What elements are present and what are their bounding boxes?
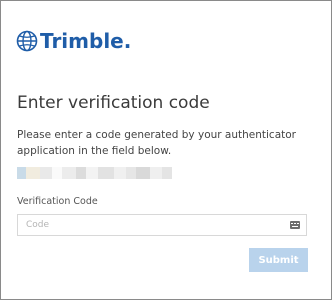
verification-code-field xyxy=(17,214,307,236)
verification-code-label: Verification Code xyxy=(17,196,98,207)
verification-dialog: Trimble. Enter verification code Please … xyxy=(0,0,332,300)
trimble-globe-icon xyxy=(16,30,38,52)
instructions-text: Please enter a code generated by your au… xyxy=(17,129,296,157)
page-title: Enter verification code xyxy=(17,93,210,113)
submit-button[interactable]: Submit xyxy=(249,248,308,272)
brand-name: Trimble. xyxy=(40,29,132,53)
trimble-logo: Trimble. xyxy=(16,28,131,54)
verification-code-input[interactable] xyxy=(18,215,286,235)
keyboard-icon[interactable] xyxy=(290,221,300,229)
obscured-account-info xyxy=(17,167,172,179)
